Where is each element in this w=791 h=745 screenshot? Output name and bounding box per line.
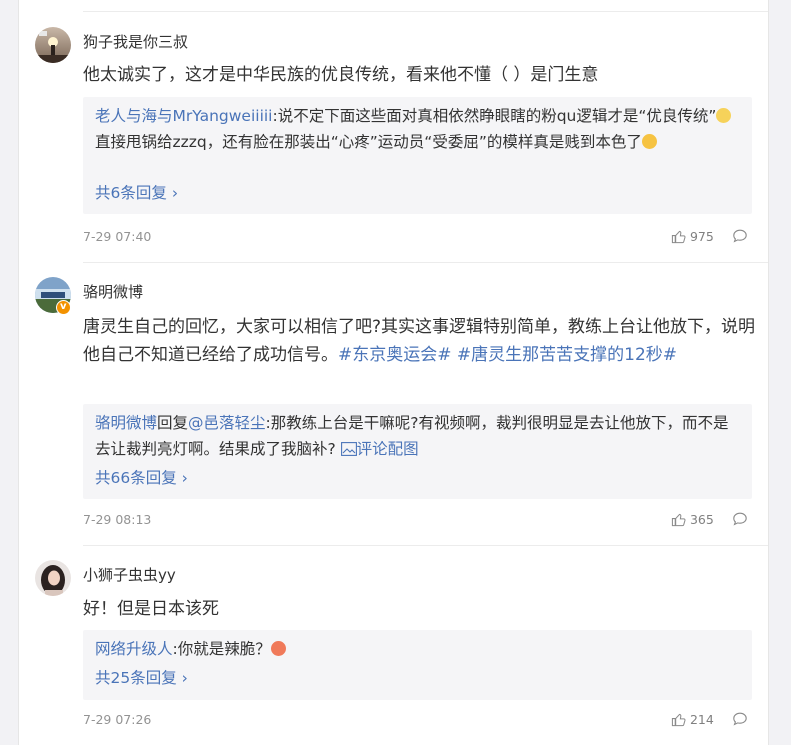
timestamp: 7-29 08:13 bbox=[83, 512, 152, 527]
more-replies-label[interactable]: 共6条回复 bbox=[95, 184, 167, 202]
more-replies-link[interactable]: 共25条回复 › bbox=[95, 666, 188, 688]
comment-text: 好！但是日本该死 bbox=[83, 599, 219, 619]
reply-box: 老人与海与MrYangweiiiii:说不定下面这些面对真相依然睁眼瞎的粉qu逻… bbox=[83, 97, 752, 214]
comment-button[interactable] bbox=[732, 228, 748, 248]
comment-image-label[interactable]: 评论配图 bbox=[357, 440, 419, 458]
like-button[interactable]: 365 bbox=[671, 512, 714, 527]
laughing-emoji-icon bbox=[641, 134, 657, 149]
chevron-right-icon: › bbox=[181, 669, 188, 687]
reply-word: 回复 bbox=[157, 414, 189, 432]
divider bbox=[83, 262, 768, 263]
username[interactable]: 狗子我是你三叔 bbox=[83, 31, 188, 52]
reply-author[interactable]: 网络升级人 bbox=[95, 640, 173, 658]
comment-text: 唐灵生自己的回忆，大家可以相信了吧?其实这事逻辑特别简单，教练上台让他放下，说明… bbox=[83, 313, 759, 369]
avatar[interactable] bbox=[35, 27, 71, 63]
verified-badge-icon: v bbox=[56, 300, 71, 315]
comment-text: 他太诚实了，这才是中华民族的优良传统，看来他不懂（ ）是门生意 bbox=[83, 65, 599, 85]
image-icon bbox=[340, 442, 357, 456]
comment-bubble-icon bbox=[733, 712, 747, 726]
reply-author[interactable]: 老人与海与MrYangweiiiii bbox=[95, 107, 273, 125]
reply-text: 老人与海与MrYangweiiiii:说不定下面这些面对真相依然睁眼瞎的粉qu逻… bbox=[95, 103, 740, 155]
username[interactable]: 小狮子虫虫yy bbox=[83, 564, 176, 585]
comment-button[interactable] bbox=[732, 711, 748, 731]
comment-button[interactable] bbox=[732, 511, 748, 531]
like-button[interactable]: 214 bbox=[671, 712, 714, 727]
reply-text: 网络升级人:你就是辣脆？ bbox=[95, 636, 740, 662]
like-button[interactable]: 975 bbox=[671, 229, 714, 244]
more-replies-label[interactable]: 共66条回复 bbox=[95, 469, 177, 487]
thumbs-up-icon bbox=[671, 230, 686, 244]
comment-bubble-icon bbox=[733, 229, 747, 243]
hashtag[interactable]: #唐灵生那苦苦支撑的12秒# bbox=[457, 345, 677, 365]
reply-body: :说不定下面这些面对真相依然睁眼瞎的粉qu逻辑才是“优良传统” bbox=[272, 107, 717, 125]
comment-image-link[interactable]: 评论配图 bbox=[340, 440, 419, 458]
thumbs-up-icon bbox=[671, 713, 686, 727]
timestamp: 7-29 07:26 bbox=[83, 712, 152, 727]
reply-body: :你就是辣脆？ bbox=[172, 640, 271, 658]
reply-box: 网络升级人:你就是辣脆？ 共25条回复 › bbox=[83, 630, 752, 700]
reply-body-continued: 直接甩锅给zzzq，还有脸在那装出“心疼”运动员“受委屈”的模样真是贱到本色了 bbox=[95, 133, 642, 151]
username[interactable]: 骆明微博 bbox=[83, 281, 143, 302]
avatar[interactable] bbox=[35, 560, 71, 596]
like-count: 214 bbox=[689, 712, 714, 727]
reply-box: 骆明微博回复@邑落轻尘:那教练上台是干嘛呢?有视频啊，裁判很明显是去让他放下，而… bbox=[83, 404, 752, 499]
divider bbox=[83, 545, 768, 546]
like-count: 365 bbox=[689, 512, 714, 527]
chevron-right-icon: › bbox=[171, 184, 179, 202]
thumbs-up-icon bbox=[671, 513, 686, 527]
smirk-emoji-icon bbox=[716, 108, 732, 123]
reply-author[interactable]: 骆明微博 bbox=[95, 414, 157, 432]
like-count: 975 bbox=[689, 229, 714, 244]
laughing-emoji-icon bbox=[270, 641, 286, 656]
more-replies-label[interactable]: 共25条回复 bbox=[95, 669, 177, 687]
chevron-right-icon: › bbox=[181, 469, 188, 487]
divider bbox=[83, 11, 768, 12]
comment-bubble-icon bbox=[733, 512, 747, 526]
comment-list: 狗子我是你三叔 他太诚实了，这才是中华民族的优良传统，看来他不懂（ ）是门生意 … bbox=[18, 0, 769, 745]
more-replies-link[interactable]: 共6条回复 › bbox=[95, 181, 178, 203]
reply-text: 骆明微博回复@邑落轻尘:那教练上台是干嘛呢?有视频啊，裁判很明显是去让他放下，而… bbox=[95, 410, 740, 462]
timestamp: 7-29 07:40 bbox=[83, 229, 152, 244]
more-replies-link[interactable]: 共66条回复 › bbox=[95, 466, 188, 488]
hashtag[interactable]: #东京奥运会# bbox=[338, 345, 452, 365]
mention-link[interactable]: @邑落轻尘 bbox=[188, 414, 266, 432]
